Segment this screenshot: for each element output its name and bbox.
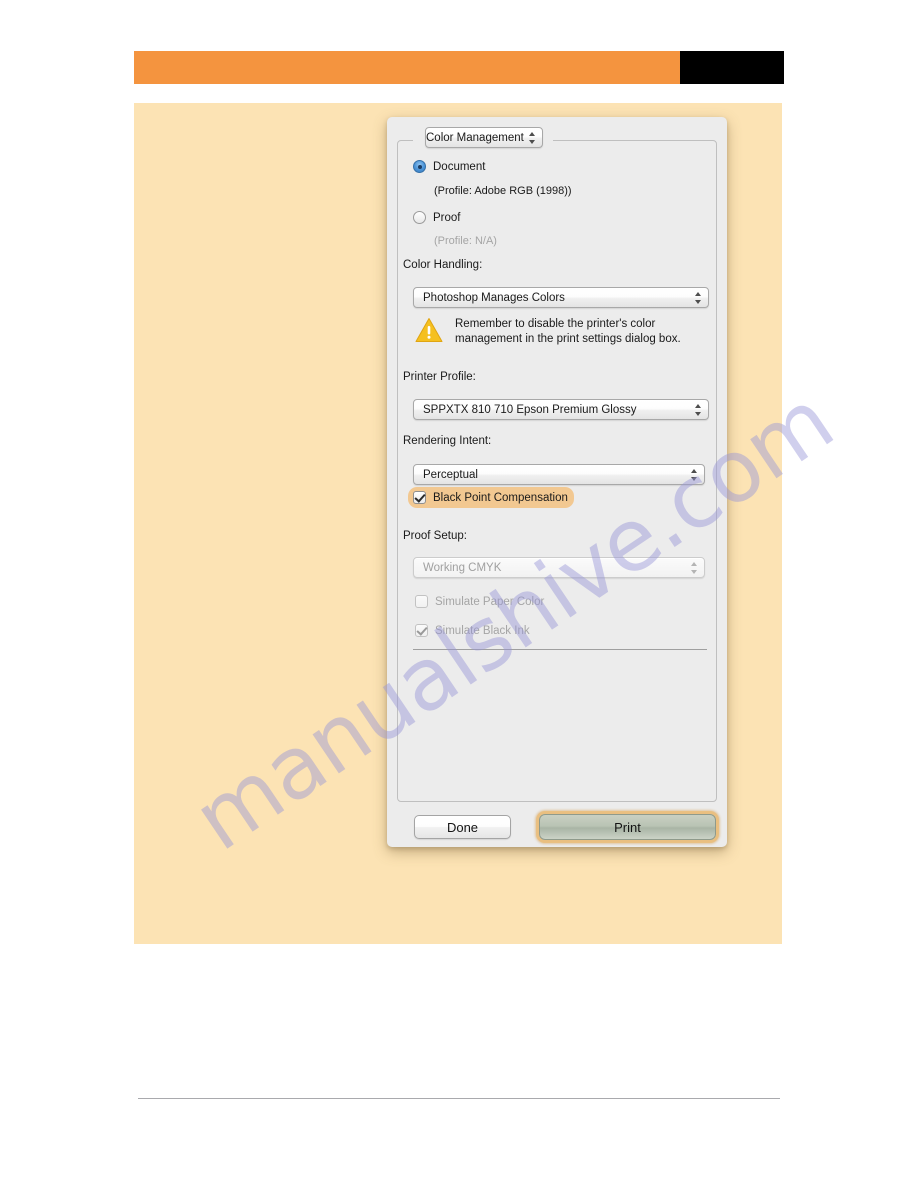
radio-proof[interactable]: Proof bbox=[413, 211, 461, 224]
stepper-arrows-icon bbox=[690, 400, 708, 419]
simulate-paper-color-label: Simulate Paper Color bbox=[435, 595, 545, 608]
checkbox-indicator-icon bbox=[415, 595, 428, 608]
stepper-arrows-icon bbox=[686, 465, 704, 484]
simulate-black-ink-label: Simulate Black Ink bbox=[435, 624, 530, 637]
footer-rule bbox=[138, 1098, 780, 1099]
stepper-arrows-icon bbox=[690, 288, 708, 307]
color-handling-label: Color Handling: bbox=[403, 259, 483, 271]
warning-block: Remember to disable the printer's color … bbox=[415, 315, 707, 347]
radio-proof-label: Proof bbox=[433, 211, 461, 224]
section-popup-menu[interactable]: Color Management bbox=[425, 127, 543, 148]
header-black-block bbox=[680, 51, 784, 84]
rendering-intent-value: Perceptual bbox=[423, 468, 478, 481]
black-point-compensation-checkbox[interactable]: Black Point Compensation bbox=[408, 487, 574, 508]
checkbox-indicator-icon bbox=[415, 624, 428, 637]
print-dialog: Color Management Document (Profile: Adob… bbox=[387, 117, 727, 847]
proof-setup-popup-menu: Working CMYK bbox=[413, 557, 705, 578]
radio-document-indicator-icon bbox=[413, 160, 426, 173]
content-separator bbox=[413, 649, 707, 650]
proof-setup-label: Proof Setup: bbox=[403, 530, 467, 542]
print-button[interactable]: Print bbox=[539, 814, 716, 840]
black-point-compensation-label: Black Point Compensation bbox=[433, 491, 568, 504]
done-button[interactable]: Done bbox=[414, 815, 511, 839]
simulate-black-ink-checkbox: Simulate Black Ink bbox=[415, 624, 530, 637]
checkbox-indicator-icon bbox=[413, 491, 426, 504]
stepper-arrows-icon bbox=[524, 128, 542, 147]
rendering-intent-popup-menu[interactable]: Perceptual bbox=[413, 464, 705, 485]
header-orange-bar bbox=[134, 51, 680, 84]
printer-profile-value: SPPXTX 810 710 Epson Premium Glossy bbox=[423, 403, 637, 416]
section-popup-label: Color Management bbox=[426, 131, 524, 144]
radio-document[interactable]: Document bbox=[413, 160, 485, 173]
simulate-paper-color-checkbox: Simulate Paper Color bbox=[415, 595, 544, 608]
proof-setup-value: Working CMYK bbox=[423, 561, 502, 574]
radio-document-label: Document bbox=[433, 160, 486, 173]
warning-text: Remember to disable the printer's color … bbox=[455, 318, 681, 345]
document-profile-note: (Profile: Adobe RGB (1998)) bbox=[434, 185, 572, 197]
color-handling-value: Photoshop Manages Colors bbox=[423, 291, 565, 304]
printer-profile-label: Printer Profile: bbox=[403, 371, 476, 383]
page-header-band bbox=[134, 51, 784, 84]
printer-profile-popup-menu[interactable]: SPPXTX 810 710 Epson Premium Glossy bbox=[413, 399, 709, 420]
warning-triangle-icon bbox=[415, 318, 443, 342]
proof-profile-note: (Profile: N/A) bbox=[434, 235, 497, 247]
color-handling-popup-menu[interactable]: Photoshop Manages Colors bbox=[413, 287, 709, 308]
radio-proof-indicator-icon bbox=[413, 211, 426, 224]
stepper-arrows-icon bbox=[686, 558, 704, 577]
rendering-intent-label: Rendering Intent: bbox=[403, 435, 492, 447]
